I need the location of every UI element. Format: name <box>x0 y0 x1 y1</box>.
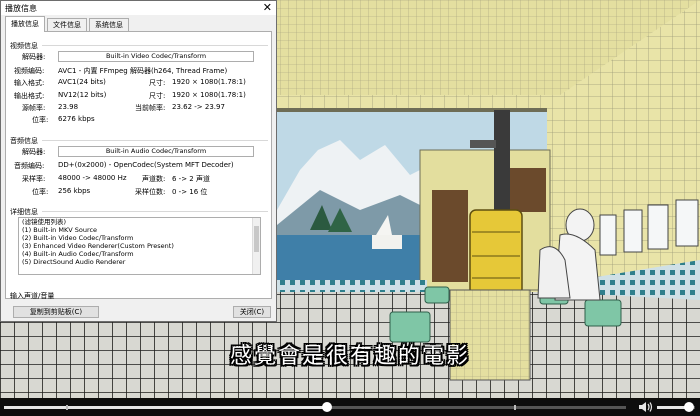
audio-decoder-field[interactable]: Built-in Audio Codec/Transform <box>58 146 254 157</box>
current-fps-value: 23.62 -> 23.97 <box>172 103 225 111</box>
seek-bar-played <box>4 406 328 409</box>
audio-codec-label: 音频编码: <box>14 162 45 170</box>
tab-file-info[interactable]: 文件信息 <box>47 18 87 32</box>
filter-list-item: (3) Enhanced Video Renderer(Custom Prese… <box>22 242 174 250</box>
seek-handle[interactable] <box>322 402 333 412</box>
video-decoder-field[interactable]: Built-in Video Codec/Transform <box>58 51 254 62</box>
channels-label: 声道数: <box>142 175 166 183</box>
tab-panel: 视频信息 解码器: Built-in Video Codec/Transform… <box>5 31 272 300</box>
current-fps-label: 当前帧率: <box>135 104 166 112</box>
detail-section-title: 详细信息 <box>10 208 38 216</box>
channels-value: 6 -> 2 声道 <box>172 175 210 183</box>
copy-to-clipboard-button[interactable]: 复制到剪贴板(C) <box>13 306 99 318</box>
audio-codec-value: DD+(0x2000) - OpenCodec(System MFT Decod… <box>58 161 234 169</box>
video-section-title: 视频信息 <box>10 42 38 50</box>
video-decoder-label: 解码器: <box>22 53 46 61</box>
input-format-value: AVC1(24 bits) <box>58 78 106 86</box>
samplerate-label: 采样率: <box>22 175 46 183</box>
volume-handle[interactable] <box>684 402 695 412</box>
volume-icon[interactable] <box>638 400 654 414</box>
audio-section-title: 音频信息 <box>10 137 38 145</box>
scrollbar-thumb[interactable] <box>254 226 259 252</box>
output-format-value: NV12(12 bits) <box>58 91 107 99</box>
dialog-titlebar[interactable]: 播放信息 ✕ <box>1 1 276 15</box>
video-codec-label: 视频编码: <box>14 67 45 75</box>
filter-list[interactable]: (滤镜使用列表) (1) Built-in MKV Source (2) Bui… <box>18 217 261 275</box>
video-bitrate-value: 6276 kbps <box>58 115 95 123</box>
close-icon[interactable]: ✕ <box>263 1 272 14</box>
audio-bitrate-value: 256 kbps <box>58 187 91 195</box>
filter-list-item: (5) DirectSound Audio Renderer <box>22 258 126 266</box>
subtitle-text: 感覺會是很有趣的電影 <box>229 344 470 369</box>
input-format-label: 输入格式: <box>14 79 45 87</box>
audio-decoder-label: 解码器: <box>22 148 46 156</box>
divider <box>42 45 268 46</box>
chapter-marker <box>514 405 517 410</box>
filter-list-item: (2) Built-in Video Codec/Transform <box>22 234 134 242</box>
chapter-marker <box>66 405 69 410</box>
divider <box>42 211 268 212</box>
filter-list-item: (滤镜使用列表) <box>22 218 67 226</box>
output-size-label: 尺寸: <box>149 92 166 100</box>
player-control-bar <box>0 398 700 416</box>
output-size-value: 1920 × 1080(1.78:1) <box>172 91 246 99</box>
filter-list-item: (1) Built-in MKV Source <box>22 226 98 234</box>
playback-info-dialog: 播放信息 ✕ 播放信息 文件信息 系统信息 视频信息 解码器: Built-in… <box>0 0 277 322</box>
filter-list-scrollbar[interactable] <box>252 218 260 274</box>
video-bitrate-label: 位率: <box>32 116 49 124</box>
input-size-label: 尺寸: <box>149 79 166 87</box>
input-channel-volume-title: 输入声道/音量 <box>10 292 55 300</box>
seek-bar[interactable] <box>4 402 626 412</box>
tab-system-info[interactable]: 系统信息 <box>89 18 129 32</box>
volume-slider[interactable] <box>657 402 695 412</box>
divider <box>42 140 268 141</box>
audio-bitrate-label: 位率: <box>32 188 49 196</box>
input-size-value: 1920 × 1080(1.78:1) <box>172 78 246 86</box>
filter-list-item: (4) Built-in Audio Codec/Transform <box>22 250 134 258</box>
close-button[interactable]: 关闭(C) <box>233 306 271 318</box>
samplerate-value: 48000 -> 48000 Hz <box>58 174 127 182</box>
source-fps-value: 23.98 <box>58 103 79 111</box>
tab-playback-info[interactable]: 播放信息 <box>5 16 45 32</box>
output-format-label: 输出格式: <box>14 92 45 100</box>
dialog-title: 播放信息 <box>5 4 37 13</box>
source-fps-label: 源帧率: <box>22 104 46 112</box>
sample-bits-label: 采样位数: <box>135 188 166 196</box>
sample-bits-value: 0 -> 16 位 <box>172 188 208 196</box>
video-codec-value: AVC1 - 内置 FFmpeg 解码器(h264, Thread Frame) <box>58 67 228 75</box>
